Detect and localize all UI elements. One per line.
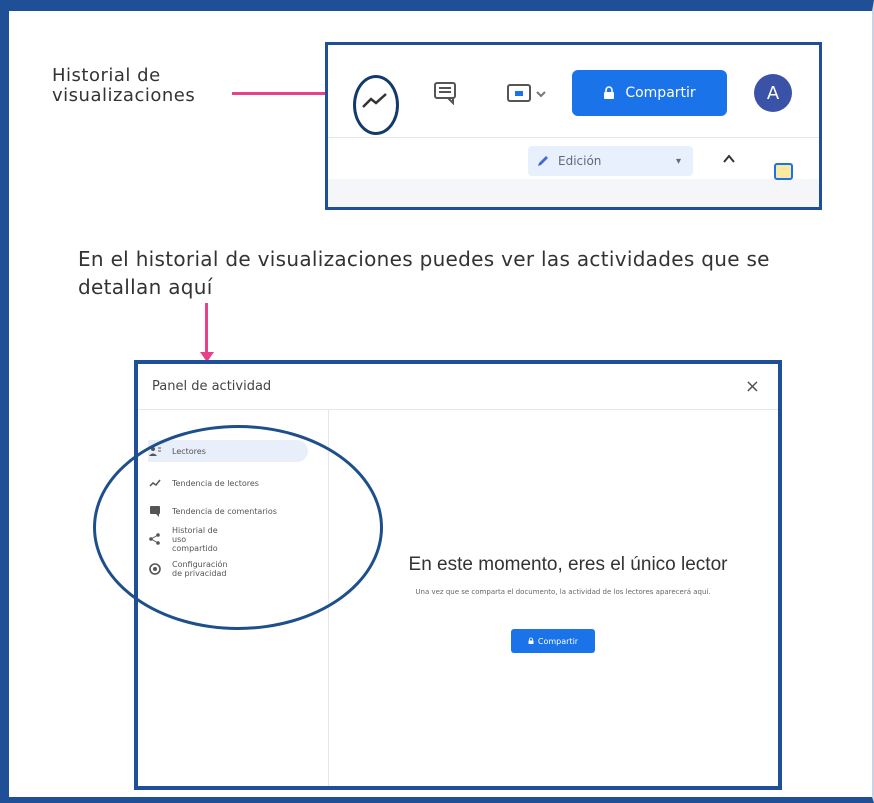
share-button-label: Compartir [625,85,696,101]
edit-mode-label: Edición [558,154,602,168]
toolbar-divider [328,137,819,138]
pointer-line-vertical [205,303,208,358]
avatar-initial: A [766,82,780,104]
chevron-down-icon: ▾ [675,155,681,167]
close-icon[interactable]: × [745,376,760,397]
explanatory-heading: En el historial de visualizaciones puede… [78,247,770,299]
chevron-up-icon[interactable] [721,151,737,165]
panel-title: Panel de actividad [152,379,272,394]
avatar[interactable]: A [754,74,792,112]
panel-header: Panel de actividad [138,364,778,410]
pencil-icon [538,156,548,166]
toolbar-screenshot: Compartir A Edición ▾ [325,42,822,210]
comment-icon[interactable] [432,81,458,106]
lock-icon [528,637,534,644]
trending-up-icon[interactable] [361,91,389,111]
toolbar-bottom-strip [328,179,819,207]
panel-share-button[interactable]: Compartir [511,629,595,653]
empty-state-title: En este momento, eres el único lector [408,554,728,575]
lock-icon [604,86,615,99]
callout-title: Historial de visualizaciones [52,65,196,106]
edit-mode-dropdown[interactable]: Edición ▾ [528,146,693,176]
sidebar-highlight-oval [93,425,383,630]
present-icon[interactable] [506,82,550,106]
calendar-addon-icon[interactable] [774,163,794,181]
empty-state-description: Una vez que se comparta el documento, la… [415,588,711,596]
share-button[interactable]: Compartir [572,70,727,116]
panel-share-label: Compartir [537,636,579,646]
